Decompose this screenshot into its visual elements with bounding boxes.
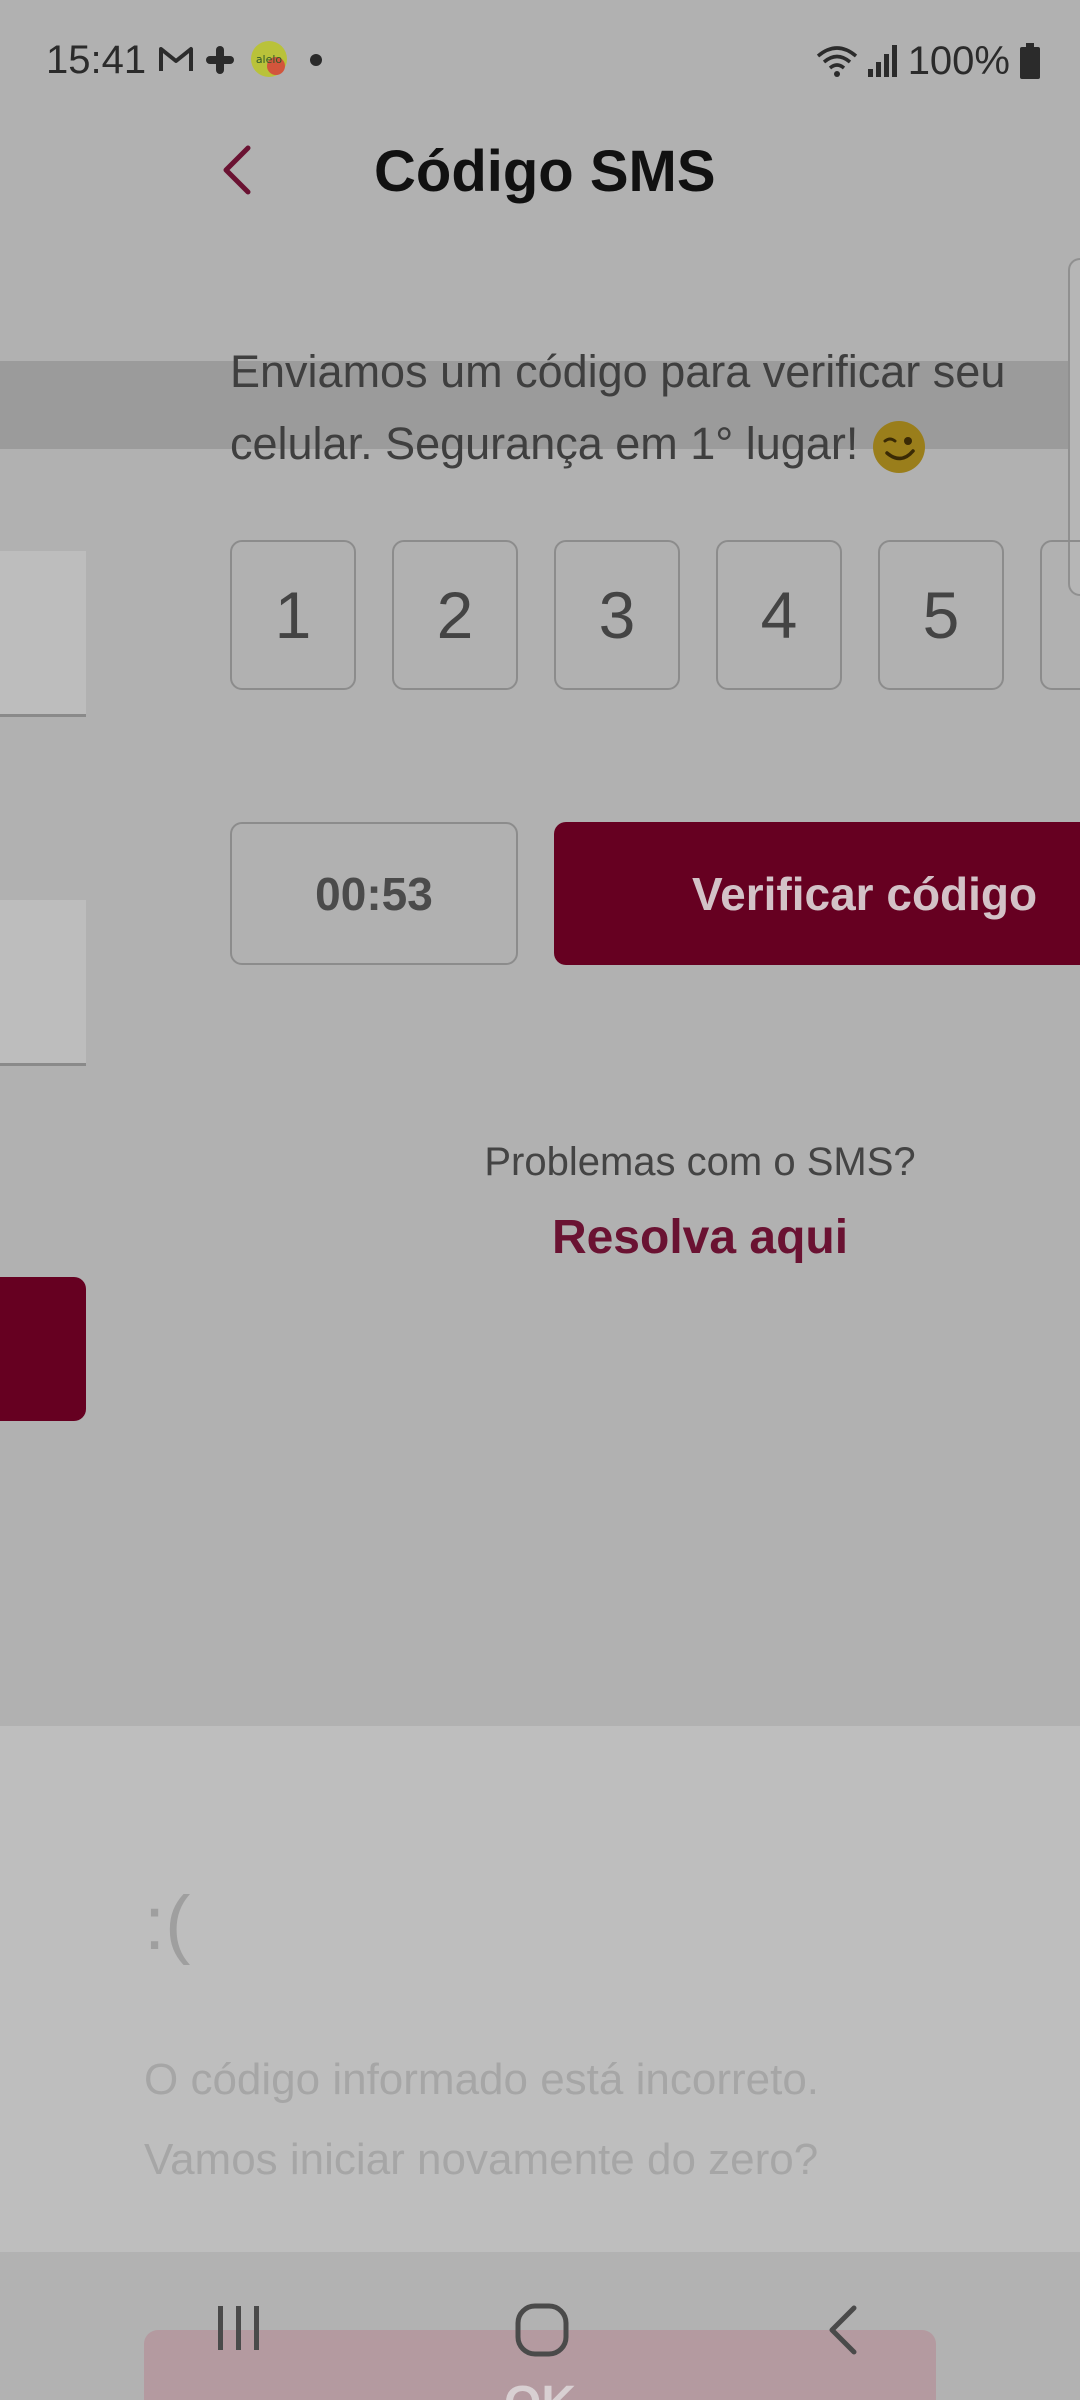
- alelo-app-icon: alelo: [251, 41, 287, 77]
- battery-percent: 100%: [907, 38, 1010, 83]
- ok-button-label: OK: [504, 2376, 576, 2400]
- status-time: 15:41: [46, 38, 147, 82]
- sms-message: Enviamos um código para verificar seu ce…: [230, 336, 1080, 480]
- error-message: O código informado está incorreto. Vamos…: [144, 2055, 820, 2184]
- code-digit-4[interactable]: 4: [716, 540, 842, 690]
- notification-dot-icon: [310, 54, 322, 66]
- home-icon[interactable]: [512, 2300, 572, 2360]
- signal-icon: [867, 45, 897, 77]
- wifi-icon: [816, 46, 857, 77]
- code-digit-1[interactable]: 1: [230, 540, 356, 690]
- back-button[interactable]: [210, 140, 270, 200]
- background-field: [0, 551, 86, 717]
- background-field: [0, 900, 86, 1066]
- sms-problems-text: Problemas com o SMS?: [484, 1140, 916, 1184]
- resend-timer: 00:53: [230, 822, 518, 965]
- sms-message-line-1: Enviamos um código para verificar seu: [230, 346, 1006, 397]
- verify-code-button[interactable]: Verificar código: [554, 822, 1080, 965]
- code-digit-3[interactable]: 3: [554, 540, 680, 690]
- resolve-here-link[interactable]: Resolva aqui: [400, 1210, 1000, 1265]
- svg-text:alelo: alelo: [256, 53, 283, 66]
- gmail-icon: [159, 47, 193, 71]
- sms-message-line-2: celular. Segurança em 1° lugar!: [230, 418, 859, 469]
- recents-icon[interactable]: [214, 2300, 264, 2356]
- chevron-left-icon: [223, 145, 251, 195]
- wink-emoji-icon: [872, 421, 925, 474]
- code-digit-2[interactable]: 2: [392, 540, 518, 690]
- code-digit-6[interactable]: [1040, 540, 1080, 690]
- battery-icon: [1020, 43, 1040, 79]
- slack-icon: [206, 46, 234, 74]
- page-title: Código SMS: [374, 139, 716, 204]
- background-button: [0, 1277, 86, 1421]
- sad-face-icon: :(: [144, 1881, 191, 1966]
- status-bar: 15:41 alelo 100%: [0, 0, 1080, 125]
- code-digit-5[interactable]: 5: [878, 540, 1004, 690]
- sms-code-inputs: 1 2 3 4 5: [230, 540, 1080, 690]
- back-icon[interactable]: [820, 2300, 868, 2360]
